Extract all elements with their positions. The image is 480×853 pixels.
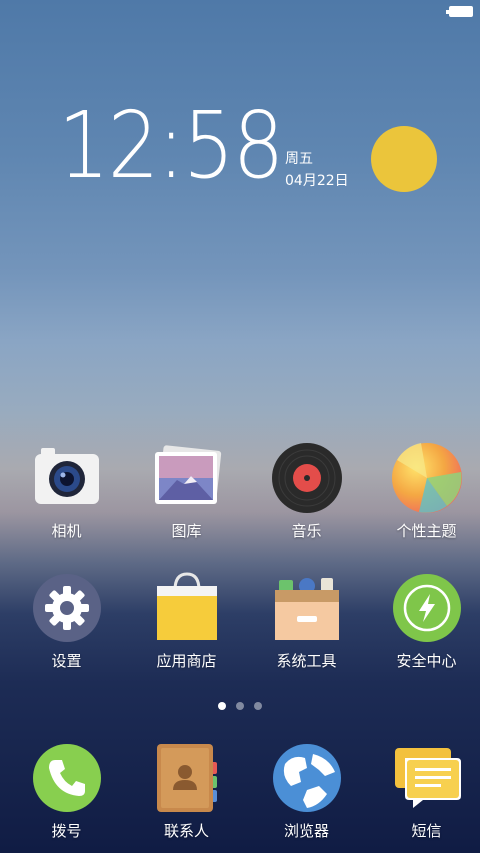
theme-icon bbox=[391, 442, 463, 514]
dock-browser[interactable]: 浏览器 bbox=[253, 742, 360, 841]
music-icon bbox=[271, 442, 343, 514]
app-label: 设置 bbox=[51, 652, 82, 670]
app-label: 个性主题 bbox=[396, 522, 457, 540]
gallery-icon bbox=[151, 442, 223, 514]
app-row-1: 相机 图库 音乐 个性主题 bbox=[0, 442, 480, 541]
app-theme[interactable]: 个性主题 bbox=[373, 442, 480, 541]
dock-contacts[interactable]: 联系人 bbox=[133, 742, 240, 841]
battery-full-icon bbox=[446, 6, 473, 17]
app-label: 拨号 bbox=[51, 822, 82, 840]
page-dot-3[interactable] bbox=[254, 702, 262, 710]
app-label: 短信 bbox=[411, 822, 442, 840]
app-security-center[interactable]: 安全中心 bbox=[373, 572, 480, 671]
app-row-2: 设置 应用商店 系统工具 安全中心 bbox=[0, 572, 480, 671]
dock: 拨号 联系人 浏览器 短信 bbox=[0, 742, 480, 841]
sun-icon[interactable] bbox=[371, 126, 437, 192]
weekday-label: 周五 bbox=[285, 151, 313, 167]
app-label: 音乐 bbox=[291, 522, 322, 540]
contacts-icon bbox=[151, 742, 223, 814]
app-label: 相机 bbox=[51, 522, 82, 540]
page-indicator[interactable] bbox=[0, 702, 480, 710]
camera-icon bbox=[31, 442, 103, 514]
app-label: 图库 bbox=[171, 522, 202, 540]
page-dot-2[interactable] bbox=[236, 702, 244, 710]
app-label: 应用商店 bbox=[156, 652, 217, 670]
settings-icon bbox=[31, 572, 103, 644]
page-dot-1[interactable] bbox=[218, 702, 226, 710]
phone-icon bbox=[31, 742, 103, 814]
system-tools-icon bbox=[271, 572, 343, 644]
app-store-icon bbox=[151, 572, 223, 644]
app-music[interactable]: 音乐 bbox=[253, 442, 360, 541]
clock-time: 12:58 bbox=[58, 92, 284, 199]
app-camera[interactable]: 相机 bbox=[13, 442, 120, 541]
status-bar bbox=[446, 6, 473, 17]
dock-messages[interactable]: 短信 bbox=[373, 742, 480, 841]
security-center-icon bbox=[391, 572, 463, 644]
app-gallery[interactable]: 图库 bbox=[133, 442, 240, 541]
date-label: 04月22日 bbox=[285, 173, 349, 189]
app-system-tools[interactable]: 系统工具 bbox=[253, 572, 360, 671]
dock-phone[interactable]: 拨号 bbox=[13, 742, 120, 841]
app-label: 浏览器 bbox=[283, 822, 329, 840]
app-label: 系统工具 bbox=[276, 652, 337, 670]
app-label: 安全中心 bbox=[396, 652, 457, 670]
messages-icon bbox=[391, 742, 463, 814]
browser-icon bbox=[271, 742, 343, 814]
app-store[interactable]: 应用商店 bbox=[133, 572, 240, 671]
app-settings[interactable]: 设置 bbox=[13, 572, 120, 671]
app-label: 联系人 bbox=[163, 822, 209, 840]
